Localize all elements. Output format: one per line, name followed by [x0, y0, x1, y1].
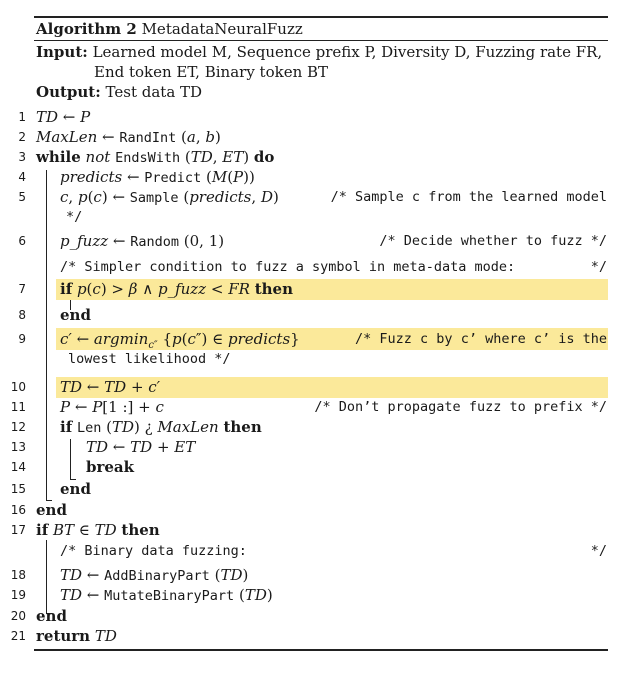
line-number: 10	[10, 380, 26, 394]
line-number: 3	[18, 150, 26, 164]
algo-line: 11 P ← P[1 :] + c /* Don’t propagate fuz…	[0, 397, 643, 417]
algorithm-label: Algorithm 2	[36, 20, 137, 38]
algo-line: 10 TD ← TD + c′	[0, 377, 643, 397]
line-code: end	[60, 480, 91, 498]
algo-line: 4 predicts ← Predict (M(P))	[0, 167, 643, 187]
line-code: if BT ∈ TD then	[36, 521, 160, 539]
line-comment-end: */	[590, 543, 607, 559]
output-label: Output:	[36, 83, 101, 101]
algo-line: /* Simpler condition to fuzz a symbol in…	[0, 257, 643, 277]
algo-line: 17 if BT ∈ TD then	[0, 520, 643, 540]
line-number: 19	[10, 588, 26, 602]
algorithm-title: Algorithm 2 MetadataNeuralFuzz	[36, 20, 303, 38]
algorithm-name: MetadataNeuralFuzz	[141, 20, 303, 38]
line-code: end	[36, 501, 67, 519]
line-code: TD ← AddBinaryPart (TD)	[60, 566, 249, 584]
algo-line: 21 return TD	[0, 626, 643, 646]
algo-line-continuation: lowest likelihood */	[0, 349, 643, 369]
line-comment-cont: */	[66, 209, 83, 225]
algo-line-continuation: */	[0, 207, 643, 227]
line-code: if p(c) > β ∧ p_fuzz < FR then	[60, 280, 293, 298]
title-rule	[34, 40, 608, 41]
line-code: while not EndsWith (TD, ET) do	[36, 148, 275, 166]
algo-line: 18 TD ← AddBinaryPart (TD)	[0, 565, 643, 585]
line-number: 5	[18, 190, 26, 204]
line-comment: /* Simpler condition to fuzz a symbol in…	[60, 259, 516, 275]
line-code: end	[60, 306, 91, 324]
line-comment: /* Fuzz c by c’ where c’ is the	[355, 331, 607, 347]
algo-line: 1 TD ← P	[0, 107, 643, 127]
input-label: Input:	[36, 43, 88, 61]
line-code: return TD	[36, 627, 117, 645]
algo-line: 12 if Len (TD) ¿ MaxLen then	[0, 417, 643, 437]
line-code: TD ← TD + ET	[86, 438, 196, 456]
line-comment: /* Don’t propagate fuzz to prefix */	[314, 399, 607, 415]
top-rule	[34, 16, 608, 18]
input-line-2: End token ET, Binary token BT	[94, 62, 328, 82]
algo-line: 14 break	[0, 457, 643, 477]
algo-line: 13 TD ← TD + ET	[0, 437, 643, 457]
algo-line: 16 end	[0, 500, 643, 520]
algo-line: /* Binary data fuzzing: */	[0, 541, 643, 561]
line-comment-end: */	[590, 259, 607, 275]
line-comment-cont: lowest likelihood */	[68, 351, 231, 367]
algo-line: 20 end	[0, 606, 643, 626]
line-code: predicts ← Predict (M(P))	[60, 168, 255, 186]
input-text-1: Learned model M, Sequence prefix P, Dive…	[92, 43, 603, 61]
algo-line: 19 TD ← MutateBinaryPart (TD)	[0, 585, 643, 605]
output-text: Test data TD	[105, 83, 203, 101]
line-number: 7	[18, 282, 26, 296]
algo-line: 2 MaxLen ← RandInt (a, b)	[0, 127, 643, 147]
line-number: 1	[18, 110, 26, 124]
line-code: c, p(c) ← Sample (predicts, D)	[60, 188, 279, 206]
line-number: 15	[10, 482, 26, 496]
line-code: MaxLen ← RandInt (a, b)	[36, 128, 221, 146]
line-code: p_fuzz ← Random (0, 1)	[60, 232, 225, 250]
line-number: 2	[18, 130, 26, 144]
output-line: Output: Test data TD	[36, 82, 202, 102]
algo-line: 8 end	[0, 305, 643, 325]
line-number: 8	[18, 308, 26, 322]
algo-line: 3 while not EndsWith (TD, ET) do	[0, 147, 643, 167]
algo-line: 7 if p(c) > β ∧ p_fuzz < FR then	[0, 279, 643, 299]
line-number: 9	[18, 332, 26, 346]
line-code: TD ← TD + c′	[60, 378, 161, 396]
algo-line: 6 p_fuzz ← Random (0, 1) /* Decide wheth…	[0, 231, 643, 251]
algo-line: 5 c, p(c) ← Sample (predicts, D) /* Samp…	[0, 187, 643, 207]
algo-line: 9 c′ ← argminc″ {p(c″) ∈ predicts} /* Fu…	[0, 329, 643, 351]
line-number: 13	[10, 440, 26, 454]
line-number: 17	[10, 523, 26, 537]
input-text-2: End token ET, Binary token BT	[94, 63, 329, 81]
line-comment: /* Decide whether to fuzz */	[379, 233, 607, 249]
line-comment: /* Sample c from the learned model	[330, 189, 607, 205]
line-code: break	[86, 458, 135, 476]
bottom-rule	[34, 649, 608, 651]
algo-line: 15 end	[0, 479, 643, 499]
line-number: 14	[10, 460, 26, 474]
line-number: 12	[10, 420, 26, 434]
line-code: if Len (TD) ¿ MaxLen then	[60, 418, 262, 436]
line-number: 16	[10, 503, 26, 517]
line-code: TD ← MutateBinaryPart (TD)	[60, 586, 273, 604]
line-number: 20	[10, 609, 26, 623]
line-code: end	[36, 607, 67, 625]
input-line-1: Input: Learned model M, Sequence prefix …	[36, 42, 602, 62]
line-number: 6	[18, 234, 26, 248]
line-code: P ← P[1 :] + c	[60, 398, 164, 416]
line-comment: /* Binary data fuzzing:	[60, 543, 247, 559]
line-number: 11	[10, 400, 26, 414]
line-number: 21	[10, 629, 26, 643]
line-code: TD ← P	[36, 108, 91, 126]
line-number: 4	[18, 170, 26, 184]
line-number: 18	[10, 568, 26, 582]
